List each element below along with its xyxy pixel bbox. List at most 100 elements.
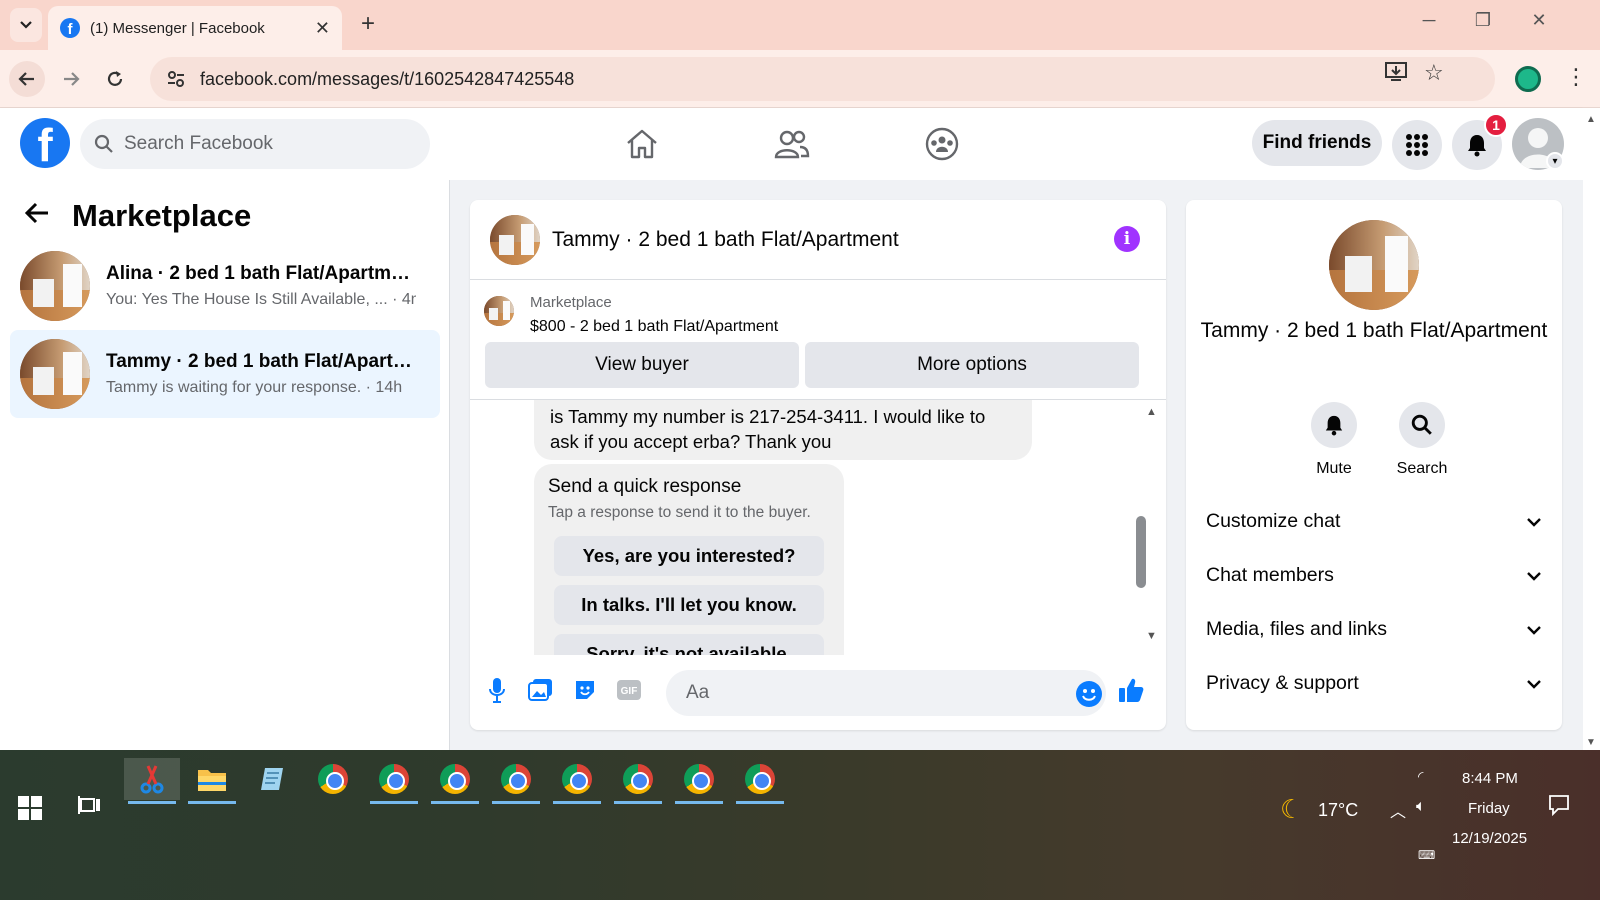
quick-response-card: Send a quick response Tap a response to … [534, 464, 844, 655]
reload-button[interactable] [97, 61, 133, 97]
menu-grid-button[interactable] [1392, 120, 1442, 170]
emoji-icon[interactable] [1076, 681, 1102, 707]
preview-text: Tammy is waiting for your response. [106, 379, 362, 396]
close-window-icon[interactable]: ✕ [1524, 10, 1554, 31]
taskbar-app-chrome-profile-1[interactable] [366, 758, 422, 804]
scroll-down-icon[interactable]: ▼ [1146, 630, 1157, 642]
browser-toolbar: facebook.com/messages/t/1602542847425548… [0, 50, 1600, 108]
taskbar-app-chrome-profile-4[interactable] [549, 758, 605, 804]
wifi-icon[interactable]: ◜ [1418, 768, 1423, 785]
page-scrollbar[interactable]: ▲ ▼ [1583, 108, 1600, 750]
facebook-search-input[interactable]: Search Facebook [80, 119, 430, 169]
taskbar-app-chrome-profile-6[interactable] [671, 758, 727, 804]
chat-title[interactable]: Tammy · 2 bed 1 bath Flat/Apartment [552, 228, 899, 252]
quick-response-subtitle: Tap a response to send it to the buyer. [548, 504, 811, 521]
bookmark-star-icon[interactable]: ☆ [1424, 60, 1444, 86]
taskbar-app-notepad[interactable] [244, 758, 300, 800]
windows-start-icon[interactable] [18, 796, 42, 825]
taskbar-app-chrome-profile-3[interactable] [488, 758, 544, 804]
scroll-up-icon[interactable]: ▲ [1146, 406, 1157, 418]
info-icon[interactable]: i [1114, 226, 1140, 252]
customize-chat-section[interactable]: Customize chat [1206, 510, 1542, 533]
task-view-icon[interactable] [78, 794, 100, 822]
groups-nav-icon[interactable] [922, 124, 962, 164]
search-placeholder: Search Facebook [124, 133, 273, 154]
install-app-icon[interactable] [1384, 60, 1408, 88]
bell-icon [1325, 415, 1343, 436]
chat-scrollbar-thumb[interactable] [1136, 516, 1146, 588]
friends-nav-icon[interactable] [772, 124, 812, 164]
weather-temperature[interactable]: 17°C [1318, 800, 1358, 821]
contact-name: Tammy · 2 bed 1 bath Flat/Apartment [1200, 319, 1548, 342]
scroll-up-icon[interactable]: ▲ [1586, 114, 1596, 125]
chrome-icon [501, 764, 531, 794]
scroll-down-icon[interactable]: ▼ [1586, 737, 1596, 748]
quick-reply-button[interactable]: Sorry, it's not available. [554, 634, 824, 655]
back-arrow-icon[interactable] [24, 199, 50, 233]
more-options-button[interactable]: More options [805, 342, 1139, 388]
quick-reply-button[interactable]: In talks. I'll let you know. [554, 585, 824, 625]
action-center-icon[interactable] [1548, 794, 1570, 821]
quick-reply-button[interactable]: Yes, are you interested? [554, 536, 824, 576]
extension-icon[interactable] [1515, 66, 1541, 92]
conversation-item[interactable]: Alina · 2 bed 1 bath Flat/Apartment You:… [10, 242, 440, 330]
account-chevron-icon[interactable]: ▾ [1546, 152, 1564, 170]
gif-icon[interactable]: GIF [614, 675, 644, 705]
view-buyer-button[interactable]: View buyer [485, 342, 799, 388]
new-tab-button[interactable]: + [354, 10, 382, 38]
chat-window: Tammy · 2 bed 1 bath Flat/Apartment i Ma… [470, 200, 1166, 730]
microphone-icon[interactable] [482, 675, 512, 705]
taskbar-app-file-explorer[interactable] [184, 758, 240, 804]
tab-search-button[interactable] [10, 8, 42, 42]
taskbar-app-snipping-tool[interactable] [124, 758, 180, 804]
clock-date[interactable]: 12/19/2025 [1452, 830, 1527, 847]
taskbar-app-chrome-profile-7[interactable] [732, 758, 788, 804]
thumbs-up-icon[interactable] [1116, 675, 1146, 705]
taskbar-app-chrome-profile-2[interactable] [427, 758, 483, 804]
clock-day[interactable]: Friday [1468, 800, 1510, 817]
chevron-down-icon [1527, 679, 1541, 689]
chat-avatar[interactable] [490, 214, 540, 265]
browser-tab[interactable]: f (1) Messenger | Facebook ✕ [48, 6, 342, 50]
taskbar-app-chrome[interactable] [305, 758, 361, 800]
back-button[interactable] [9, 61, 45, 97]
site-settings-icon[interactable] [166, 69, 186, 89]
forward-button[interactable] [53, 61, 89, 97]
chevron-down-icon [1527, 517, 1541, 527]
sticker-icon[interactable] [570, 675, 600, 705]
speaker-icon[interactable]: 🔈︎ [1416, 798, 1426, 816]
minimize-icon[interactable]: ─ [1414, 10, 1444, 31]
url-text[interactable]: facebook.com/messages/t/1602542847425548 [200, 69, 574, 90]
contact-avatar[interactable] [1329, 220, 1419, 310]
listing-thumbnail[interactable] [484, 296, 514, 326]
search-conversation-button[interactable]: Search [1382, 402, 1462, 478]
message-input[interactable]: Aa [666, 670, 1106, 716]
media-files-links-section[interactable]: Media, files and links [1206, 618, 1542, 641]
photo-attach-icon[interactable] [526, 675, 556, 705]
chrome-icon [623, 764, 653, 794]
taskbar-app-chrome-profile-5[interactable] [610, 758, 666, 804]
bell-icon [1468, 135, 1486, 157]
section-label: Media, files and links [1206, 618, 1388, 640]
home-nav-icon[interactable] [622, 124, 662, 164]
privacy-support-section[interactable]: Privacy & support [1206, 672, 1542, 695]
chat-members-section[interactable]: Chat members [1206, 564, 1542, 587]
chrome-icon [440, 764, 470, 794]
find-friends-button[interactable]: Find friends [1252, 120, 1382, 166]
mute-button[interactable]: Mute [1294, 402, 1374, 478]
restore-icon[interactable]: ❐ [1468, 10, 1498, 31]
listing-price-title[interactable]: $800 - 2 bed 1 bath Flat/Apartment [530, 318, 778, 336]
chrome-icon [318, 764, 348, 794]
marketplace-label: Marketplace [530, 294, 612, 311]
browser-menu-icon[interactable]: ⋮ [1565, 64, 1587, 90]
moon-weather-icon[interactable]: ☾ [1280, 794, 1303, 825]
clock-time[interactable]: 8:44 PM [1462, 770, 1518, 787]
show-hidden-icons-chevron[interactable]: ︿ [1390, 798, 1406, 822]
messenger-page: Marketplace Alina · 2 bed 1 bath Flat/Ap… [0, 180, 1583, 750]
address-bar[interactable]: facebook.com/messages/t/1602542847425548 [150, 57, 1495, 101]
close-tab-icon[interactable]: ✕ [315, 18, 330, 39]
conversation-item-active[interactable]: Tammy · 2 bed 1 bath Flat/Apartm... Tamm… [10, 330, 440, 418]
keyboard-layout-icon[interactable]: ⌨ [1418, 848, 1435, 862]
reload-icon [107, 71, 123, 86]
facebook-logo[interactable]: f [20, 118, 70, 168]
